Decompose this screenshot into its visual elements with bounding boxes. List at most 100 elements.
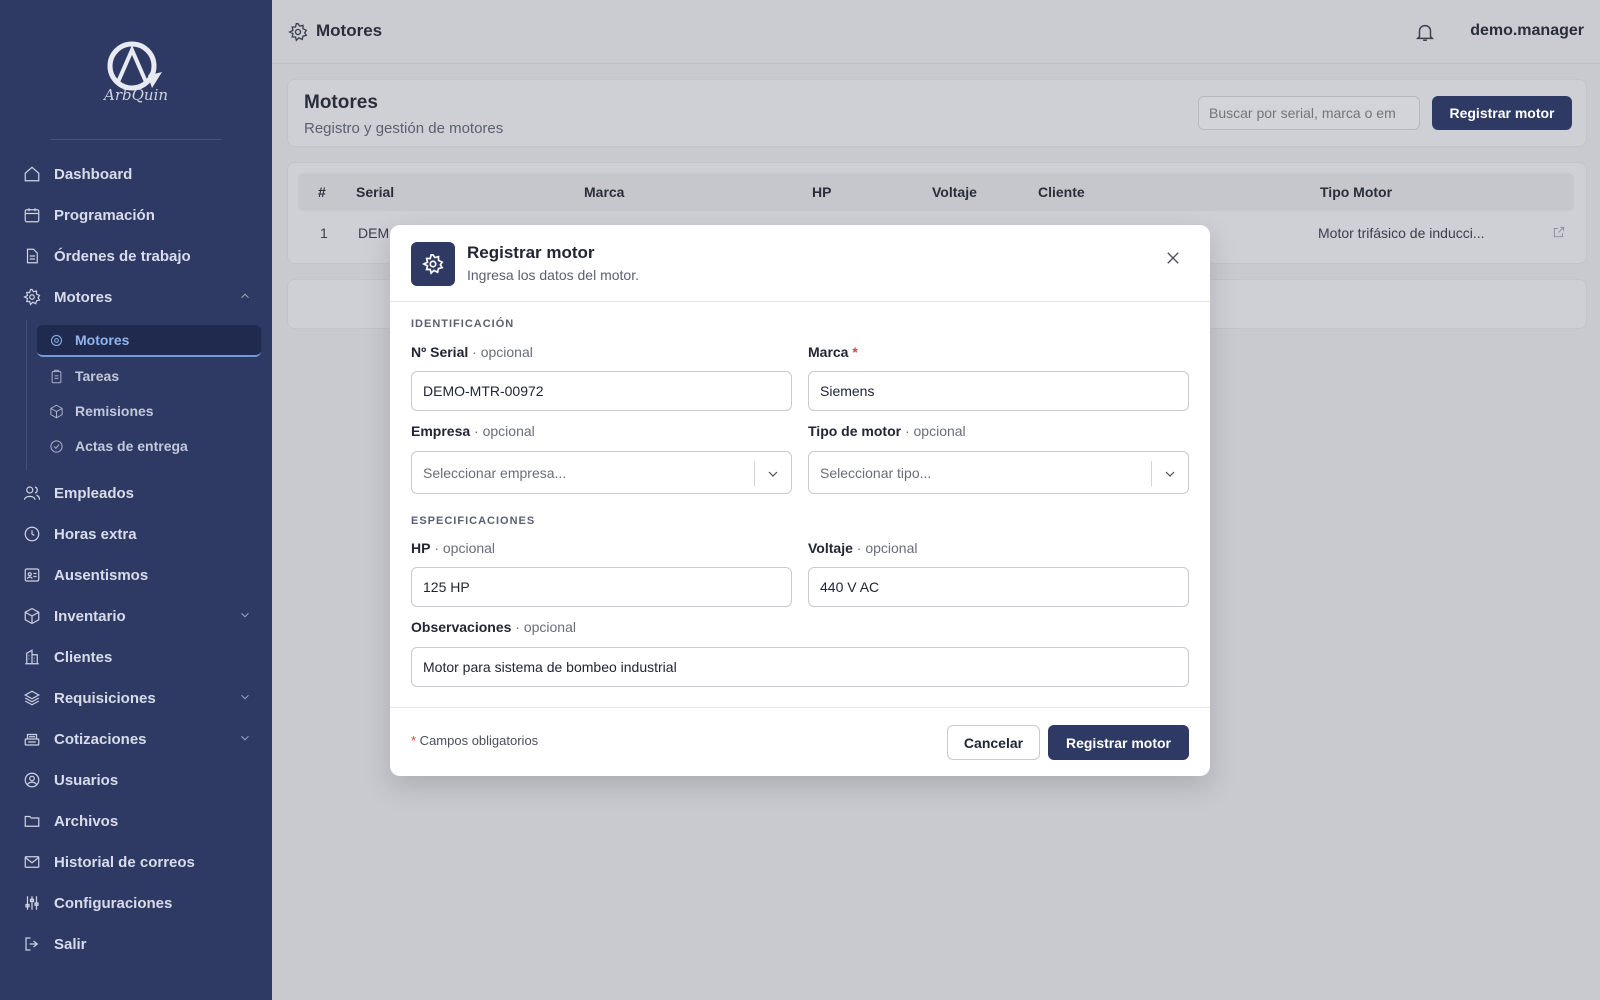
cell-serial: DEM — [358, 225, 390, 241]
sidebar-item-label: Cotizaciones — [54, 730, 147, 748]
sidebar-item-label: Historial de correos — [54, 853, 195, 871]
cell-tipo-motor: Motor trifásico de inducci... — [1318, 225, 1485, 241]
modal-footer: * Campos obligatorios Cancelar Registrar… — [390, 707, 1210, 776]
subnav-line — [26, 320, 27, 470]
empresa-label: Empresa · opcional — [411, 423, 535, 439]
sidebar-item-clientes[interactable]: Clientes — [22, 639, 252, 675]
layers-icon — [22, 688, 42, 708]
marca-label: Marca * — [808, 344, 858, 360]
clipboard-icon — [49, 368, 65, 384]
sidebar-item-ausentismos[interactable]: Ausentismos — [22, 557, 252, 593]
sidebar-item-cotizaciones[interactable]: Cotizaciones — [22, 721, 252, 757]
sidebar-subitem-tareas[interactable]: Tareas — [37, 360, 261, 392]
sidebar-subitem-label: Tareas — [75, 368, 120, 384]
tipo-motor-select[interactable]: Seleccionar tipo... — [808, 451, 1189, 494]
serial-input[interactable]: DEMO-MTR-00972 — [411, 371, 792, 411]
sidebar-item-label: Requisiciones — [54, 689, 156, 707]
sidebar-subitem-label: Remisiones — [75, 403, 154, 419]
empresa-select[interactable]: Seleccionar empresa... — [411, 451, 792, 494]
user-circle-icon — [22, 770, 42, 790]
register-motor-modal: Registrar motor Ingresa los datos del mo… — [390, 225, 1210, 776]
column-header: Cliente — [1038, 184, 1085, 200]
sidebar-item-label: Empleados — [54, 484, 135, 502]
sidebar-item-dashboard[interactable]: Dashboard — [22, 156, 252, 192]
sidebar: ArbQuin Dashboard Programación Órdenes d… — [0, 0, 272, 1000]
sidebar-subitem-actas[interactable]: Actas de entrega — [37, 430, 261, 462]
sidebar-item-label: Configuraciones — [54, 894, 173, 912]
bell-icon[interactable] — [1414, 21, 1436, 43]
chevron-down-icon[interactable] — [238, 690, 252, 704]
sidebar-item-label: Usuarios — [54, 771, 119, 789]
sliders-icon — [22, 893, 42, 913]
sidebar-subitem-label: Motores — [75, 332, 130, 348]
tipo-motor-label: Tipo de motor · opcional — [808, 423, 966, 439]
sidebar-item-empleados[interactable]: Empleados — [22, 475, 252, 511]
brand-name: ArbQuin — [104, 86, 169, 104]
sidebar-item-programacion[interactable]: Programación — [22, 197, 252, 233]
sidebar-subitem-label: Actas de entrega — [75, 438, 188, 454]
section-identificacion: IDENTIFICACIÓN — [411, 318, 515, 330]
sidebar-item-usuarios[interactable]: Usuarios — [22, 762, 252, 798]
chevron-down-icon — [1162, 466, 1178, 482]
observaciones-input[interactable]: Motor para sistema de bombeo industrial — [411, 647, 1189, 687]
cash-register-icon — [22, 729, 42, 749]
sidebar-item-label: Salir — [54, 935, 87, 953]
arbquin-logo-icon — [107, 41, 162, 91]
page-title: Motores — [304, 92, 378, 113]
submit-register-button[interactable]: Registrar motor — [1048, 725, 1189, 760]
building-icon — [22, 647, 42, 667]
sidebar-item-label: Horas extra — [54, 525, 137, 543]
section-especificaciones: ESPECIFICACIONES — [411, 515, 536, 527]
sidebar-item-label: Archivos — [54, 812, 119, 830]
calendar-icon — [22, 205, 42, 225]
page-subtitle: Registro y gestión de motores — [304, 120, 504, 137]
sidebar-item-historial-correos[interactable]: Historial de correos — [22, 844, 252, 880]
sidebar-item-motores[interactable]: Motores — [22, 279, 252, 315]
cancel-button[interactable]: Cancelar — [947, 725, 1040, 760]
sidebar-item-requisiciones[interactable]: Requisiciones — [22, 680, 252, 716]
hp-input[interactable]: 125 HP — [411, 567, 792, 607]
package-icon — [49, 403, 65, 419]
column-header: Tipo Motor — [1320, 184, 1393, 200]
sidebar-item-archivos[interactable]: Archivos — [22, 803, 252, 839]
observaciones-label: Observaciones · opcional — [411, 619, 576, 635]
topbar-title: Motores — [316, 21, 383, 40]
chevron-down-icon[interactable] — [238, 731, 252, 745]
sidebar-divider — [50, 139, 222, 140]
register-motor-button[interactable]: Registrar motor — [1432, 96, 1572, 130]
select-divider — [1151, 461, 1152, 486]
cell-num: 1 — [320, 225, 328, 241]
modal-title: Registrar motor — [467, 243, 595, 262]
sidebar-item-ordenes[interactable]: Órdenes de trabajo — [22, 238, 252, 274]
users-icon — [22, 483, 42, 503]
tipo-placeholder: Seleccionar tipo... — [820, 464, 932, 481]
search-input[interactable] — [1198, 96, 1420, 130]
sidebar-subitem-motores[interactable]: Motores — [37, 325, 261, 357]
empresa-placeholder: Seleccionar empresa... — [423, 464, 567, 481]
close-icon[interactable] — [1164, 249, 1186, 271]
sidebar-item-configuraciones[interactable]: Configuraciones — [22, 885, 252, 921]
marca-input[interactable]: Siemens — [808, 371, 1189, 411]
logout-icon — [22, 934, 42, 954]
user-menu[interactable]: demo.manager — [1470, 22, 1584, 40]
chevron-down-icon[interactable] — [238, 608, 252, 622]
external-link-icon[interactable] — [1552, 225, 1566, 239]
column-header: Marca — [584, 184, 625, 200]
document-icon — [22, 246, 42, 266]
sidebar-item-salir[interactable]: Salir — [22, 926, 252, 962]
sidebar-item-label: Órdenes de trabajo — [54, 247, 191, 265]
gear-icon — [49, 332, 65, 348]
folder-icon — [22, 811, 42, 831]
chevron-up-icon[interactable] — [238, 289, 252, 303]
id-card-icon — [22, 565, 42, 585]
sidebar-item-inventario[interactable]: Inventario — [22, 598, 252, 634]
sidebar-item-label: Programación — [54, 206, 155, 224]
select-divider — [754, 461, 755, 486]
voltaje-input[interactable]: 440 V AC — [808, 567, 1189, 607]
check-circle-icon — [49, 438, 65, 454]
column-header: HP — [812, 184, 832, 200]
modal-subtitle: Ingresa los datos del motor. — [467, 267, 639, 283]
sidebar-subitem-remisiones[interactable]: Remisiones — [37, 395, 261, 427]
gear-icon — [411, 242, 455, 286]
sidebar-item-horas-extra[interactable]: Horas extra — [22, 516, 252, 552]
